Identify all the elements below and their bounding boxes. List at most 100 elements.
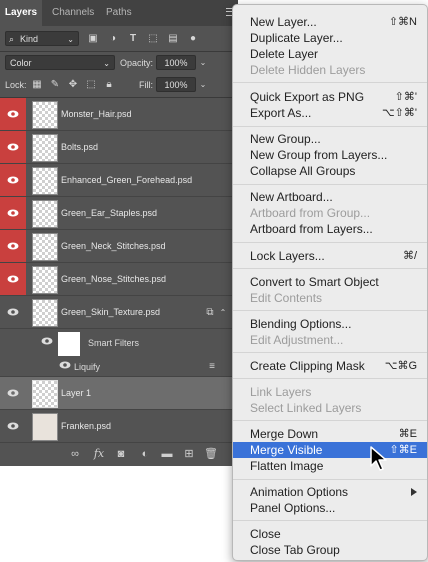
menu-item-merge-down[interactable]: Merge Down ⌘E — [233, 426, 427, 442]
layer-name: Green_Neck_Stitches.psd — [61, 241, 166, 251]
menu-item-quick-export-png[interactable]: Quick Export as PNG ⇧⌘' — [233, 89, 427, 105]
filter-row: ⌕ Kind ⌄ ▣ ◑ T ⬚ ▤ ● — [0, 30, 238, 48]
layer-row[interactable]: Enhanced_Green_Forehead.psd — [0, 164, 238, 197]
menu-item-new-group[interactable]: New Group... — [233, 131, 427, 147]
layer-row[interactable]: Bolts.psd — [0, 131, 238, 164]
panel-tab-bar: Layers Channels Paths — [0, 0, 238, 26]
visibility-eye-icon[interactable] — [0, 296, 26, 328]
filter-kind-select[interactable]: ⌕ Kind ⌄ — [5, 31, 79, 46]
menu-separator — [233, 378, 427, 379]
liquify-filter-row[interactable]: Liquify ≡ — [0, 358, 238, 377]
visibility-eye-icon[interactable] — [0, 98, 26, 130]
visibility-eye-icon[interactable] — [0, 263, 26, 295]
menu-separator — [233, 268, 427, 269]
lock-transparent-pixels-icon[interactable]: ▦ — [31, 78, 43, 92]
opacity-label: Opacity: — [120, 58, 154, 68]
type-layer-filter-icon[interactable]: T — [126, 32, 140, 46]
layer-row[interactable]: Green_Ear_Staples.psd — [0, 197, 238, 230]
menu-item-collapse-all-groups[interactable]: Collapse All Groups — [233, 163, 427, 179]
liquify-filter-label: Liquify — [74, 362, 101, 372]
layer-name: Bolts.psd — [61, 142, 99, 152]
menu-item-flatten-image[interactable]: Flatten Image — [233, 458, 427, 474]
menu-item-new-artboard[interactable]: New Artboard... — [233, 189, 427, 205]
menu-separator — [233, 82, 427, 83]
adjustment-layer-icon[interactable]: ◐ — [138, 447, 152, 461]
menu-item-new-group-from-layers[interactable]: New Group from Layers... — [233, 147, 427, 163]
filter-options-icon[interactable]: ≡ — [206, 360, 218, 374]
visibility-eye-icon[interactable] — [40, 336, 54, 350]
trash-icon[interactable]: 🗑︎ — [204, 447, 218, 461]
menu-item-panel-options[interactable]: Panel Options... — [233, 500, 427, 516]
menu-item-convert-to-smart-object[interactable]: Convert to Smart Object — [233, 274, 427, 290]
filter-toggle-icon[interactable]: ● — [186, 32, 200, 46]
visibility-eye-icon[interactable] — [0, 164, 26, 196]
pixel-layer-filter-icon[interactable]: ▣ — [86, 32, 100, 46]
opacity-input[interactable]: 100% — [156, 55, 196, 70]
menu-item-close-tab-group[interactable]: Close Tab Group — [233, 542, 427, 558]
fill-chevron-icon[interactable]: ⌄ — [198, 78, 208, 92]
new-layer-icon[interactable]: ⊞ — [182, 447, 196, 461]
layer-row[interactable]: Green_Neck_Stitches.psd — [0, 230, 238, 263]
opacity-chevron-icon[interactable]: ⌄ — [198, 56, 208, 70]
visibility-eye-icon[interactable] — [0, 377, 26, 409]
layer-thumbnail — [32, 200, 58, 228]
menu-item-duplicate-layer[interactable]: Duplicate Layer... — [233, 30, 427, 46]
visibility-eye-icon[interactable] — [0, 197, 26, 229]
new-group-folder-icon[interactable]: ▬ — [160, 447, 174, 461]
menu-item-create-clipping-mask[interactable]: Create Clipping Mask ⌥⌘G — [233, 358, 427, 374]
layer-thumbnail — [32, 266, 58, 294]
shape-layer-filter-icon[interactable]: ⬚ — [146, 32, 160, 46]
menu-separator — [233, 126, 427, 127]
layer-name: Enhanced_Green_Forehead.psd — [61, 175, 193, 185]
layer-row[interactable]: Franken.psd — [0, 410, 238, 443]
layer-row[interactable]: Layer 1 — [0, 377, 238, 410]
menu-item-delete-hidden-layers: Delete Hidden Layers — [250, 63, 366, 77]
tab-layers[interactable]: Layers — [0, 0, 42, 26]
layer-row[interactable]: Green_Skin_Texture.psd ⧉ ⌃ — [0, 296, 238, 329]
menu-separator — [233, 184, 427, 185]
layer-name: Green_Skin_Texture.psd — [61, 307, 161, 317]
visibility-eye-icon[interactable] — [0, 410, 26, 442]
menu-item-new-layer[interactable]: New Layer... ⇧⌘N — [233, 14, 427, 30]
divider — [0, 51, 238, 52]
tab-channels[interactable]: Channels — [52, 0, 94, 26]
menu-item-delete-layer[interactable]: Delete Layer — [233, 46, 427, 62]
lock-position-icon[interactable]: ✥ — [67, 78, 79, 92]
menu-item-artboard-from-layers[interactable]: Artboard from Layers... — [233, 221, 427, 237]
adjustment-layer-filter-icon[interactable]: ◑ — [106, 32, 120, 46]
artboard-lock-icon[interactable]: ⬚ — [85, 78, 97, 92]
lock-all-icon[interactable]: 🔒︎ — [103, 78, 115, 92]
layer-thumbnail — [32, 380, 58, 408]
visibility-eye-icon[interactable] — [58, 360, 72, 374]
layer-row[interactable]: Monster_Hair.psd — [0, 98, 238, 131]
expand-caret-icon[interactable]: ⌃ — [218, 306, 228, 320]
menu-item-blending-options[interactable]: Blending Options... — [233, 316, 427, 332]
layer-thumbnail — [32, 233, 58, 261]
blend-mode-select[interactable]: Color ⌄ — [5, 55, 115, 70]
layer-row[interactable]: Green_Nose_Stitches.psd — [0, 263, 238, 296]
smart-filters-label: Smart Filters — [88, 338, 140, 348]
smart-filters-row[interactable]: Smart Filters — [0, 329, 238, 357]
link-layers-icon[interactable]: ∞ — [68, 447, 82, 461]
lock-image-pixels-icon[interactable]: ✎ — [49, 78, 61, 92]
menu-separator — [233, 352, 427, 353]
visibility-eye-icon[interactable] — [0, 230, 26, 262]
menu-separator — [233, 420, 427, 421]
menu-item-edit-adjustment: Edit Adjustment... — [250, 333, 344, 347]
tab-paths[interactable]: Paths — [106, 0, 132, 26]
layers-bottom-bar: ∞ fx ◙ ◐ ▬ ⊞ 🗑︎ — [0, 442, 238, 466]
menu-item-export-as[interactable]: Export As... ⌥⇧⌘' — [233, 105, 427, 121]
menu-item-lock-layers[interactable]: Lock Layers... ⌘/ — [233, 248, 427, 264]
menu-item-merge-visible[interactable]: Merge Visible ⇧⌘E — [233, 442, 427, 458]
lock-label: Lock: — [5, 80, 27, 90]
fill-input[interactable]: 100% — [156, 77, 196, 92]
lock-row: Lock: ▦ ✎ ✥ ⬚ 🔒︎ Fill: 100% ⌄ — [0, 76, 238, 94]
layer-style-fx-icon[interactable]: fx — [92, 447, 106, 461]
smart-object-filter-icon[interactable]: ▤ — [166, 32, 180, 46]
add-mask-icon[interactable]: ◙ — [114, 447, 128, 461]
menu-item-close[interactable]: Close — [233, 526, 427, 542]
visibility-eye-icon[interactable] — [0, 131, 26, 163]
menu-item-link-layers: Link Layers — [250, 385, 312, 399]
menu-item-animation-options[interactable]: Animation Options — [233, 484, 427, 500]
fill-label: Fill: — [139, 80, 153, 90]
